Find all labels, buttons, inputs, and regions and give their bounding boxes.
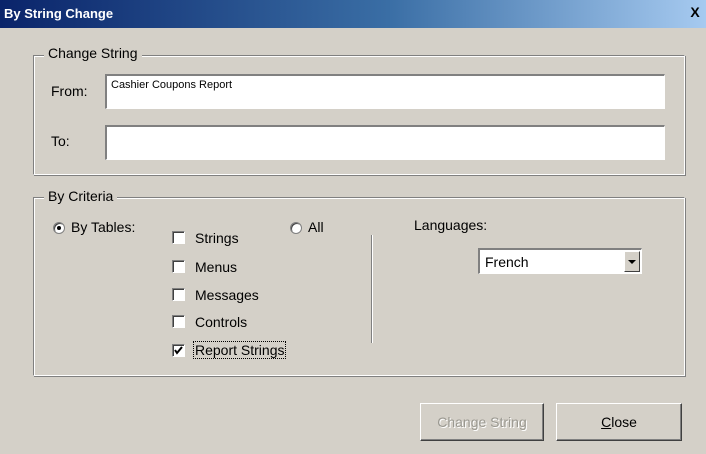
from-value: Cashier Coupons Report xyxy=(111,79,233,91)
by-tables-label: By Tables: xyxy=(71,219,136,235)
to-field[interactable] xyxy=(105,125,665,160)
criteria-divider xyxy=(371,235,372,343)
checkbox-controls[interactable]: Controls xyxy=(172,312,292,332)
change-string-legend: Change String xyxy=(44,45,142,61)
dropdown-button[interactable] xyxy=(624,251,640,272)
checkbox-controls-label: Controls xyxy=(195,314,248,330)
close-accelerator: C xyxy=(601,414,612,430)
from-field[interactable]: Cashier Coupons Report xyxy=(105,74,665,109)
language-select[interactable]: French xyxy=(478,248,642,274)
report-strings-text: Report Strings xyxy=(193,341,287,359)
change-string-button-label: Change String xyxy=(437,414,527,430)
change-string-button[interactable]: Change String xyxy=(420,403,544,441)
languages-label: Languages: xyxy=(414,217,488,233)
checkmark-icon xyxy=(174,346,183,355)
checkbox-strings[interactable]: Strings xyxy=(172,228,292,248)
checkbox-messages-label: Messages xyxy=(195,287,259,303)
close-button-rest: lose xyxy=(611,414,637,430)
from-label: From: xyxy=(51,83,88,99)
checkbox-strings-box[interactable] xyxy=(172,231,185,244)
close-button[interactable]: Close xyxy=(556,403,682,441)
checkbox-menus-box[interactable] xyxy=(172,260,185,273)
chevron-down-icon xyxy=(628,260,636,264)
close-button-label: Close xyxy=(601,414,637,430)
to-label: To: xyxy=(51,133,70,149)
window-title: By String Change xyxy=(4,6,114,21)
all-label: All xyxy=(308,219,324,235)
checkbox-report-strings-box[interactable] xyxy=(172,344,185,357)
checkbox-report-strings-label: Report Strings xyxy=(193,341,287,359)
checkbox-strings-label: Strings xyxy=(195,230,239,246)
checkbox-report-strings[interactable]: Report Strings xyxy=(172,341,312,361)
by-tables-radio-circle[interactable] xyxy=(53,222,65,234)
title-bar: By String Change X xyxy=(0,0,706,28)
checkbox-menus-label: Menus xyxy=(195,259,238,275)
language-select-value: French xyxy=(485,254,529,270)
close-icon[interactable]: X xyxy=(688,5,702,19)
by-tables-radio[interactable]: By Tables: xyxy=(51,217,161,237)
checkbox-messages[interactable]: Messages xyxy=(172,285,292,305)
by-criteria-legend: By Criteria xyxy=(44,188,118,204)
radio-dot-icon xyxy=(57,226,61,230)
all-radio[interactable]: All xyxy=(288,217,348,237)
checkbox-controls-box[interactable] xyxy=(172,315,185,328)
checkbox-messages-box[interactable] xyxy=(172,288,185,301)
checkbox-menus[interactable]: Menus xyxy=(172,257,292,277)
